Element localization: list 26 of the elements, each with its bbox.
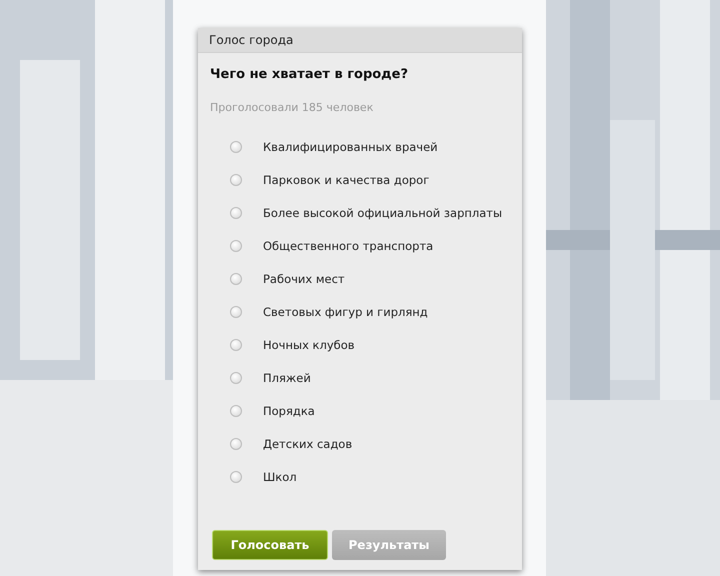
- radio-button[interactable]: [230, 174, 242, 186]
- option-label[interactable]: Школ: [263, 470, 297, 484]
- option-label[interactable]: Пляжей: [263, 371, 311, 385]
- radio-button[interactable]: [230, 240, 242, 252]
- radio-button[interactable]: [230, 438, 242, 450]
- radio-button[interactable]: [230, 405, 242, 417]
- option-label[interactable]: Световых фигур и гирлянд: [263, 305, 428, 319]
- radio-button[interactable]: [230, 339, 242, 351]
- panel-header: Голос города: [198, 28, 522, 53]
- option-label[interactable]: Ночных клубов: [263, 338, 355, 352]
- option-label[interactable]: Парковок и качества дорог: [263, 173, 430, 187]
- option-label[interactable]: Порядка: [263, 404, 315, 418]
- option-label[interactable]: Общественного транспорта: [263, 239, 434, 253]
- option-label[interactable]: Более высокой официальной зарплаты: [263, 206, 502, 220]
- radio-button[interactable]: [230, 471, 242, 483]
- radio-button[interactable]: [230, 306, 242, 318]
- poll-question: Чего не хватает в городе?: [210, 67, 408, 82]
- option-label[interactable]: Детских садов: [263, 437, 352, 451]
- option-label[interactable]: Рабочих мест: [263, 272, 345, 286]
- vote-count: Проголосовали 185 человек: [210, 101, 374, 114]
- radio-button[interactable]: [230, 141, 242, 153]
- vote-button[interactable]: Голосовать: [212, 530, 328, 560]
- option-label[interactable]: Квалифицированных врачей: [263, 140, 438, 154]
- radio-button[interactable]: [230, 207, 242, 219]
- radio-button[interactable]: [230, 273, 242, 285]
- radio-button[interactable]: [230, 372, 242, 384]
